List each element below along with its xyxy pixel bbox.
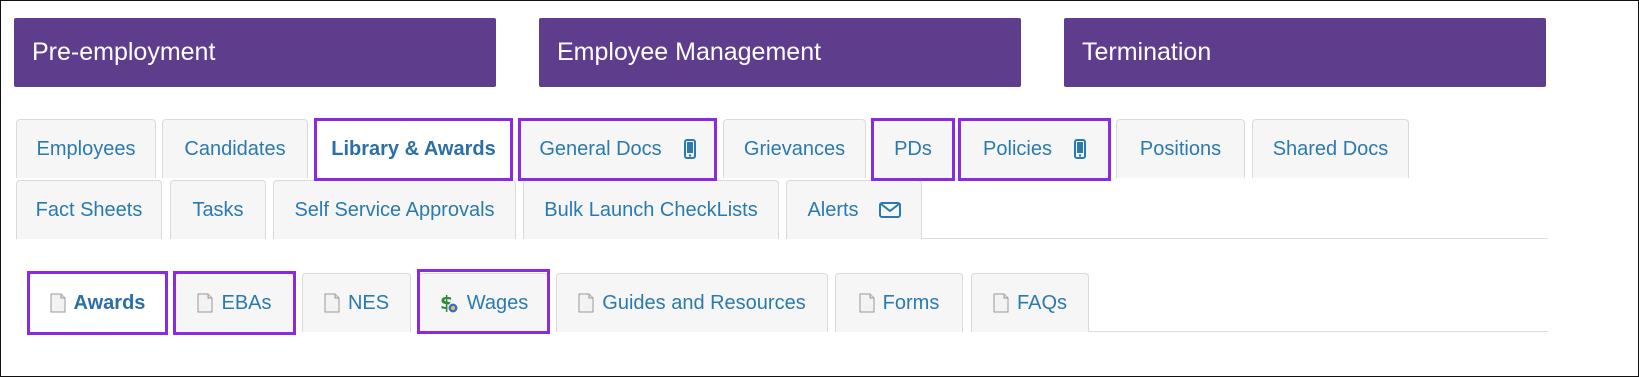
subtab-row-divider [1089,331,1548,332]
dollar-coin-icon: $ [439,292,459,314]
tab-general-docs[interactable]: General Docs [520,119,715,178]
section-termination[interactable]: Termination [1064,18,1546,87]
tab-label: Awards [73,291,146,314]
section-pre-employment[interactable]: Pre-employment [14,18,496,87]
tab-row-divider [922,238,1548,239]
subtab-nes[interactable]: NES [302,273,411,332]
tab-label: Library & Awards [331,137,496,160]
tab-label: Wages [466,291,529,314]
document-icon [859,293,875,313]
document-icon [324,293,340,313]
tab-candidates[interactable]: Candidates [162,119,308,178]
tab-label: Fact Sheets [35,198,143,221]
tab-tasks[interactable]: Tasks [170,180,266,239]
tab-label: Positions [1139,137,1222,160]
tab-label: Forms [882,291,940,314]
tab-label: Policies [983,137,1052,160]
tab-label: Guides and Resources [602,291,806,314]
mobile-phone-icon [683,139,696,159]
subtab-wages[interactable]: $ Wages [419,273,548,332]
tab-library-awards[interactable]: Library & Awards [316,119,511,178]
tab-alerts[interactable]: Alerts [786,180,922,239]
tab-pds[interactable]: PDs [873,119,953,178]
document-icon [993,293,1009,313]
tab-label: FAQs [1016,291,1067,314]
subtab-ebas[interactable]: EBAs [175,273,294,332]
tab-label: Alerts [807,198,859,221]
tab-shared-docs[interactable]: Shared Docs [1252,119,1409,178]
section-employee-management[interactable]: Employee Management [539,18,1021,87]
subtab-guides-and-resources[interactable]: Guides and Resources [556,273,828,332]
document-icon [197,293,213,313]
tab-label: EBAs [221,291,272,314]
tab-label: Candidates [184,137,286,160]
tab-grievances[interactable]: Grievances [723,119,866,178]
tab-label: PDs [894,137,932,160]
tab-label: Grievances [743,137,846,160]
tab-policies[interactable]: Policies [960,119,1109,178]
subtab-awards[interactable]: Awards [29,273,166,332]
tab-label: General Docs [539,137,662,160]
subtab-faqs[interactable]: FAQs [971,273,1089,332]
mobile-phone-icon [1073,139,1086,159]
tab-fact-sheets[interactable]: Fact Sheets [16,180,162,239]
tab-label: Self Service Approvals [294,198,495,221]
document-icon [578,293,594,313]
envelope-icon [878,202,901,218]
tab-label: Tasks [192,198,244,221]
tab-label: Shared Docs [1272,137,1389,160]
tab-bulk-launch-checklists[interactable]: Bulk Launch CheckLists [523,180,779,239]
tab-employees[interactable]: Employees [16,119,156,178]
tab-label: NES [347,291,390,314]
tab-label: Employees [36,137,136,160]
subtab-forms[interactable]: Forms [835,273,963,332]
document-icon [50,293,66,313]
tab-positions[interactable]: Positions [1116,119,1245,178]
tab-label: Bulk Launch CheckLists [544,198,758,221]
tab-self-service-approvals[interactable]: Self Service Approvals [273,180,516,239]
